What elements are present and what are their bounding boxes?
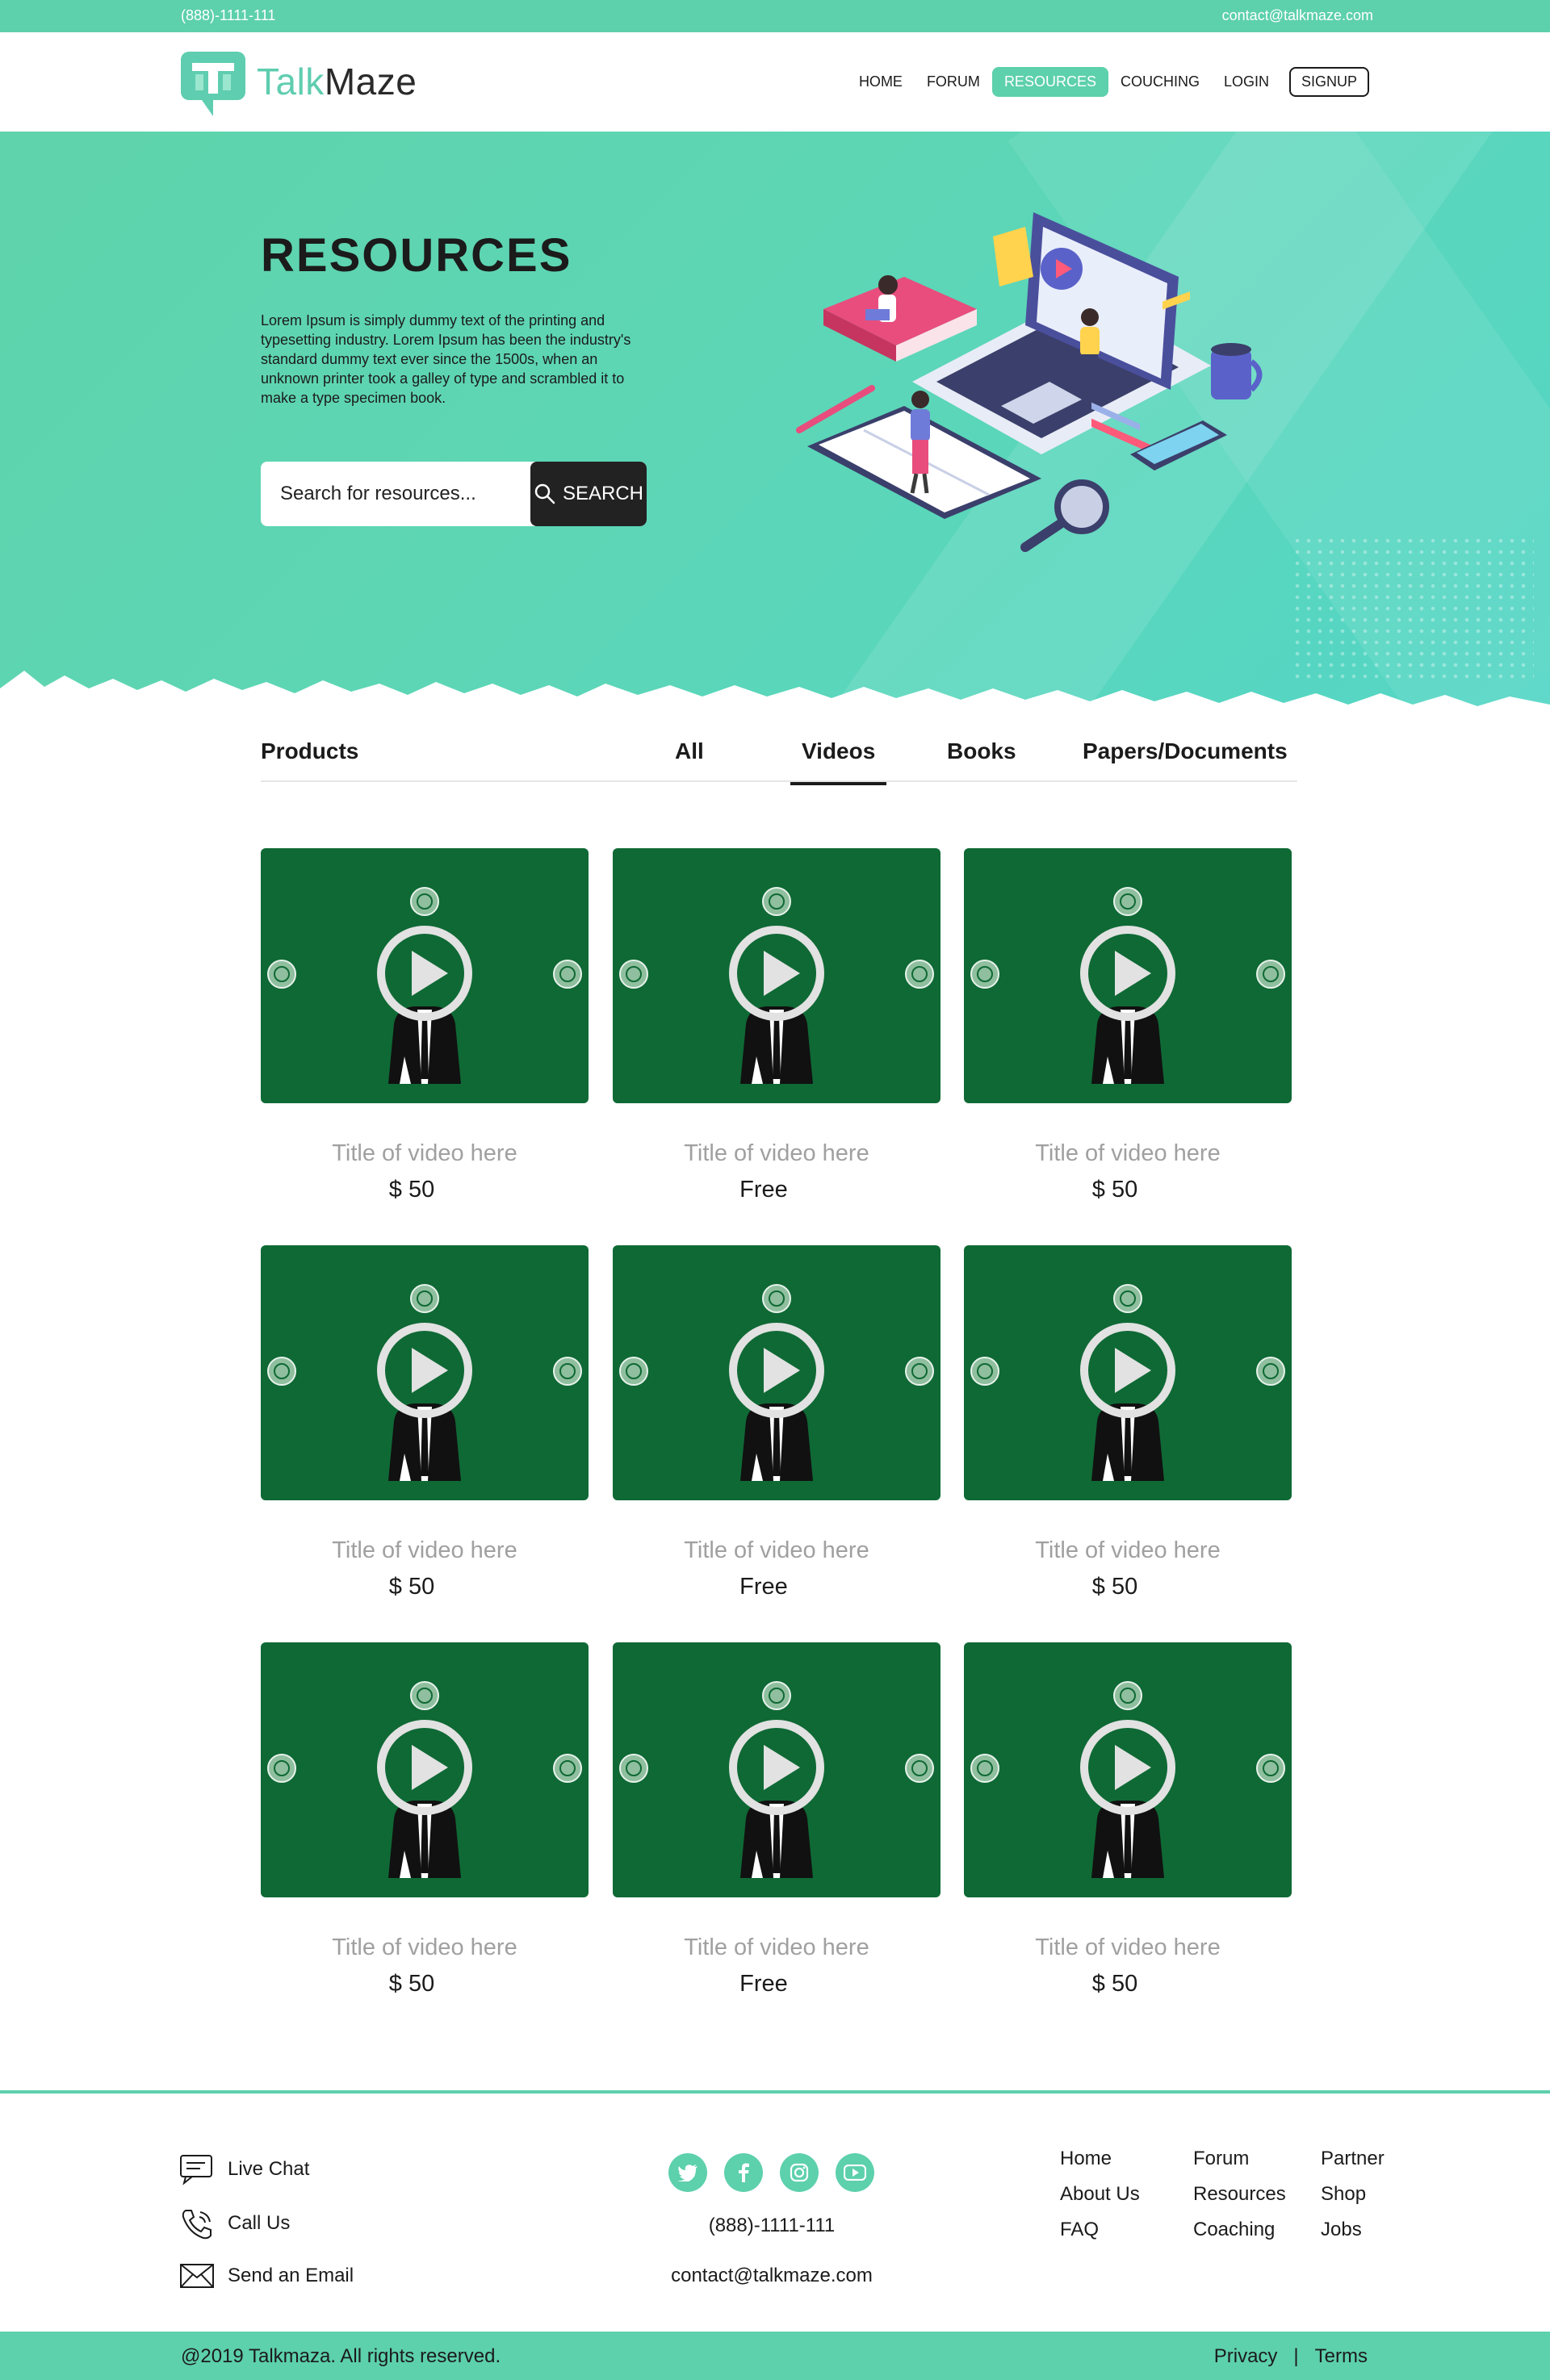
footer-link-partner[interactable]: Partner: [1321, 2148, 1385, 2170]
send-email-label: Send an Email: [228, 2265, 354, 2286]
video-price: $ 50: [1091, 1971, 1138, 1997]
logo-icon: [181, 45, 245, 118]
video-price: $ 50: [1091, 1177, 1138, 1203]
footer-link-forum[interactable]: Forum: [1193, 2148, 1249, 2170]
video-title[interactable]: Title of video here: [964, 1537, 1292, 1564]
search-button-label: SEARCH: [562, 483, 644, 504]
facebook-icon[interactable]: [724, 2153, 763, 2192]
video-title[interactable]: Title of video here: [261, 1140, 589, 1167]
video-title[interactable]: Title of video here: [613, 1935, 940, 1961]
topbar-email[interactable]: contact@talkmaze.com: [1222, 7, 1373, 24]
torn-edge: [0, 671, 1550, 713]
search-button[interactable]: SEARCH: [530, 462, 647, 526]
video-title[interactable]: Title of video here: [964, 1935, 1292, 1961]
video-title[interactable]: Title of video here: [261, 1935, 589, 1961]
search-bar: SEARCH: [261, 462, 647, 526]
footer-link-shop[interactable]: Shop: [1321, 2183, 1366, 2206]
video-title[interactable]: Title of video here: [261, 1537, 589, 1564]
video-card[interactable]: Title of video here Free: [613, 848, 940, 1203]
video-thumbnail[interactable]: [261, 1642, 589, 1897]
video-card[interactable]: Title of video here $ 50: [261, 1245, 589, 1600]
video-title[interactable]: Title of video here: [613, 1140, 940, 1167]
video-card[interactable]: Title of video here $ 50: [964, 1642, 1292, 1997]
video-card[interactable]: Title of video here Free: [613, 1245, 940, 1600]
live-chat-label: Live Chat: [228, 2158, 310, 2180]
footer-link-coaching[interactable]: Coaching: [1193, 2219, 1275, 2241]
nav-couching[interactable]: COUCHING: [1108, 67, 1212, 97]
nav-home[interactable]: HOME: [847, 67, 915, 97]
footer-phone: (888)-1111-111: [708, 2215, 836, 2236]
video-price: Free: [739, 1971, 788, 1997]
nav-forum[interactable]: FORUM: [915, 67, 992, 97]
video-price: $ 50: [1091, 1574, 1138, 1600]
legal-links: Privacy | Terms: [1214, 2345, 1368, 2368]
mail-icon: [180, 2264, 214, 2288]
video-title[interactable]: Title of video here: [964, 1140, 1292, 1167]
logo-text: TalkMaze: [257, 61, 417, 102]
phone-icon: [182, 2210, 212, 2240]
search-icon: [534, 483, 555, 504]
copyright: @2019 Talkmaza. All rights reserved.: [181, 2345, 501, 2367]
footer-link-faq[interactable]: FAQ: [1060, 2219, 1099, 2241]
footer-email[interactable]: contact@talkmaze.com: [610, 2265, 933, 2287]
search-input[interactable]: [261, 462, 530, 526]
header: TalkMaze HOME FORUM RESOURCES COUCHING L…: [0, 32, 1550, 132]
chat-icon: [180, 2155, 212, 2186]
video-price: Free: [739, 1177, 788, 1203]
video-thumbnail[interactable]: [613, 1245, 940, 1500]
products-heading: Products: [261, 738, 359, 763]
video-price: $ 50: [388, 1971, 435, 1997]
footer-divider: [0, 2090, 1550, 2093]
video-thumbnail[interactable]: [964, 848, 1292, 1103]
footer-link-jobs[interactable]: Jobs: [1321, 2219, 1362, 2241]
video-card[interactable]: Title of video here $ 50: [964, 1245, 1292, 1600]
video-card[interactable]: Title of video here $ 50: [964, 848, 1292, 1203]
video-thumbnail[interactable]: [261, 848, 589, 1103]
video-thumbnail[interactable]: [613, 848, 940, 1103]
nav-login[interactable]: LOGIN: [1212, 67, 1281, 97]
instagram-icon[interactable]: [780, 2153, 819, 2192]
tab-videos[interactable]: Videos: [790, 738, 887, 785]
tab-papers-documents[interactable]: Papers/Documents: [1083, 738, 1288, 764]
video-card[interactable]: Title of video here $ 50: [261, 1642, 589, 1997]
hero-section: RESOURCES Lorem Ipsum is simply dummy te…: [0, 132, 1550, 713]
footer-link-home[interactable]: Home: [1060, 2148, 1112, 2170]
hero-illustration: [796, 212, 1263, 552]
hero-dots: [1292, 535, 1534, 680]
send-email-link[interactable]: Send an Email: [179, 2260, 354, 2292]
product-tabs: Products All Videos Books Papers/Documen…: [261, 730, 1297, 785]
nav-resources[interactable]: RESOURCES: [991, 67, 1108, 97]
page-title: RESOURCES: [261, 229, 572, 282]
social-links: [668, 2153, 874, 2192]
video-thumbnail[interactable]: [613, 1642, 940, 1897]
footer-link-resources[interactable]: Resources: [1193, 2183, 1286, 2206]
terms-link[interactable]: Terms: [1315, 2345, 1368, 2368]
topbar-phone: (888)-1111-111: [181, 7, 276, 23]
youtube-icon[interactable]: [836, 2153, 874, 2192]
video-card[interactable]: Title of video here $ 50: [261, 848, 589, 1203]
hero-description: Lorem Ipsum is simply dummy text of the …: [261, 312, 631, 406]
video-thumbnail[interactable]: [964, 1245, 1292, 1500]
privacy-link[interactable]: Privacy: [1214, 2345, 1278, 2368]
signup-button[interactable]: SIGNUP: [1288, 67, 1369, 97]
video-title[interactable]: Title of video here: [613, 1537, 940, 1564]
video-price: Free: [739, 1574, 788, 1600]
video-thumbnail[interactable]: [964, 1642, 1292, 1897]
call-us-label: Call Us: [228, 2212, 291, 2234]
call-us-link[interactable]: Call Us: [179, 2207, 290, 2240]
video-price: $ 50: [388, 1574, 435, 1600]
tab-all[interactable]: All: [675, 738, 704, 764]
bottom-bar: @2019 Talkmaza. All rights reserved. Pri…: [0, 2332, 1550, 2380]
video-thumbnail[interactable]: [261, 1245, 589, 1500]
live-chat-link[interactable]: Live Chat: [179, 2153, 309, 2186]
logo[interactable]: TalkMaze: [181, 45, 417, 118]
tab-books[interactable]: Books: [947, 738, 1016, 764]
legal-separator: |: [1293, 2345, 1299, 2367]
footer-link-about-us[interactable]: About Us: [1060, 2183, 1140, 2206]
main-nav: HOME FORUM RESOURCES COUCHING LOGIN SIGN…: [847, 67, 1369, 97]
video-card[interactable]: Title of video here Free: [613, 1642, 940, 1997]
top-bar: (888)-1111-111 contact@talkmaze.com: [0, 0, 1550, 32]
twitter-icon[interactable]: [668, 2153, 707, 2192]
video-price: $ 50: [388, 1177, 435, 1203]
